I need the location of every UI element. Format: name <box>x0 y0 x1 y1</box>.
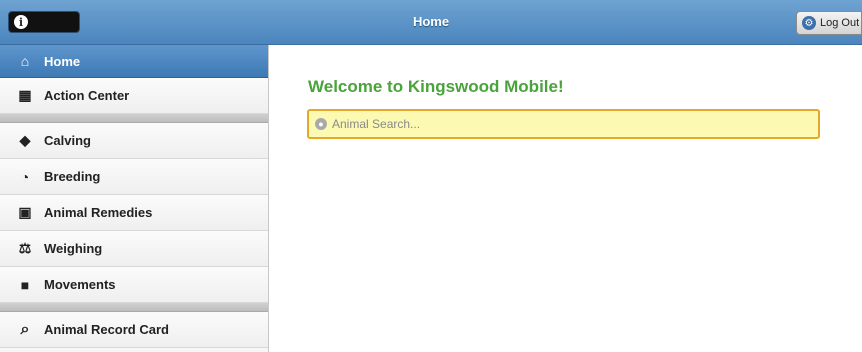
tags-icon: ◆ <box>19 132 31 148</box>
sidebar-divider <box>0 114 268 123</box>
sidebar-item-label: Movements <box>44 277 116 292</box>
animal-search-input[interactable] <box>332 117 812 131</box>
sidebar-item-animal-remedies[interactable]: ▣ Animal Remedies <box>0 195 268 231</box>
scale-icon: ⚖ <box>18 240 32 256</box>
sidebar-item-label: Weighing <box>44 241 103 256</box>
welcome-heading: Welcome to Kingswood Mobile! <box>308 77 564 96</box>
sidebar-item-movements[interactable]: ■ Movements <box>0 267 268 303</box>
sidebar-item-label: Home <box>44 53 81 69</box>
logout-label: Log Out <box>820 17 860 29</box>
sidebar-item-calving[interactable]: ◆ Calving <box>0 123 268 159</box>
sidebar-item-label: Breeding <box>44 169 101 184</box>
animal-search-box[interactable]: ● <box>307 109 820 139</box>
logout-button[interactable]: ⚙ Log Out <box>796 11 862 35</box>
sidebar-item-weighing[interactable]: ⚖ Weighing <box>0 231 268 267</box>
sidebar-item-label: Animal Remedies <box>44 205 153 220</box>
sidebar-item-label: Calving <box>44 133 91 148</box>
main-content: Welcome to Kingswood Mobile! ● <box>270 45 862 352</box>
sidebar-item-animal-record-card[interactable]: ⌕ Animal Record Card <box>0 312 268 348</box>
medkit-icon: ▣ <box>18 204 32 220</box>
gear-icon: ⚙ <box>802 16 816 30</box>
home-icon: ⌂ <box>20 53 30 69</box>
clock-icon: ◔ <box>20 168 30 185</box>
search-icon: ⌕ <box>20 320 30 338</box>
sidebar-divider <box>0 303 268 312</box>
sidebar-item-label: Action Center <box>44 88 130 103</box>
sidebar-item-breeding[interactable]: ◔ Breeding <box>0 159 268 195</box>
search-icon: ● <box>315 118 327 130</box>
truck-icon: ■ <box>20 276 30 293</box>
app-header: i Home ⚙ Log Out <box>0 0 862 45</box>
page-title: Home <box>412 14 450 29</box>
sidebar-item-label: Animal Record Card <box>44 322 169 337</box>
sidebar-item-action-center[interactable]: ▦ Action Center <box>0 78 268 114</box>
calendar-icon: ▦ <box>18 87 32 103</box>
sidebar: ⌂ Home ▦ Action Center ◆ Calving ◔ Breed… <box>0 45 269 352</box>
sidebar-item-home[interactable]: ⌂ Home <box>0 45 268 78</box>
